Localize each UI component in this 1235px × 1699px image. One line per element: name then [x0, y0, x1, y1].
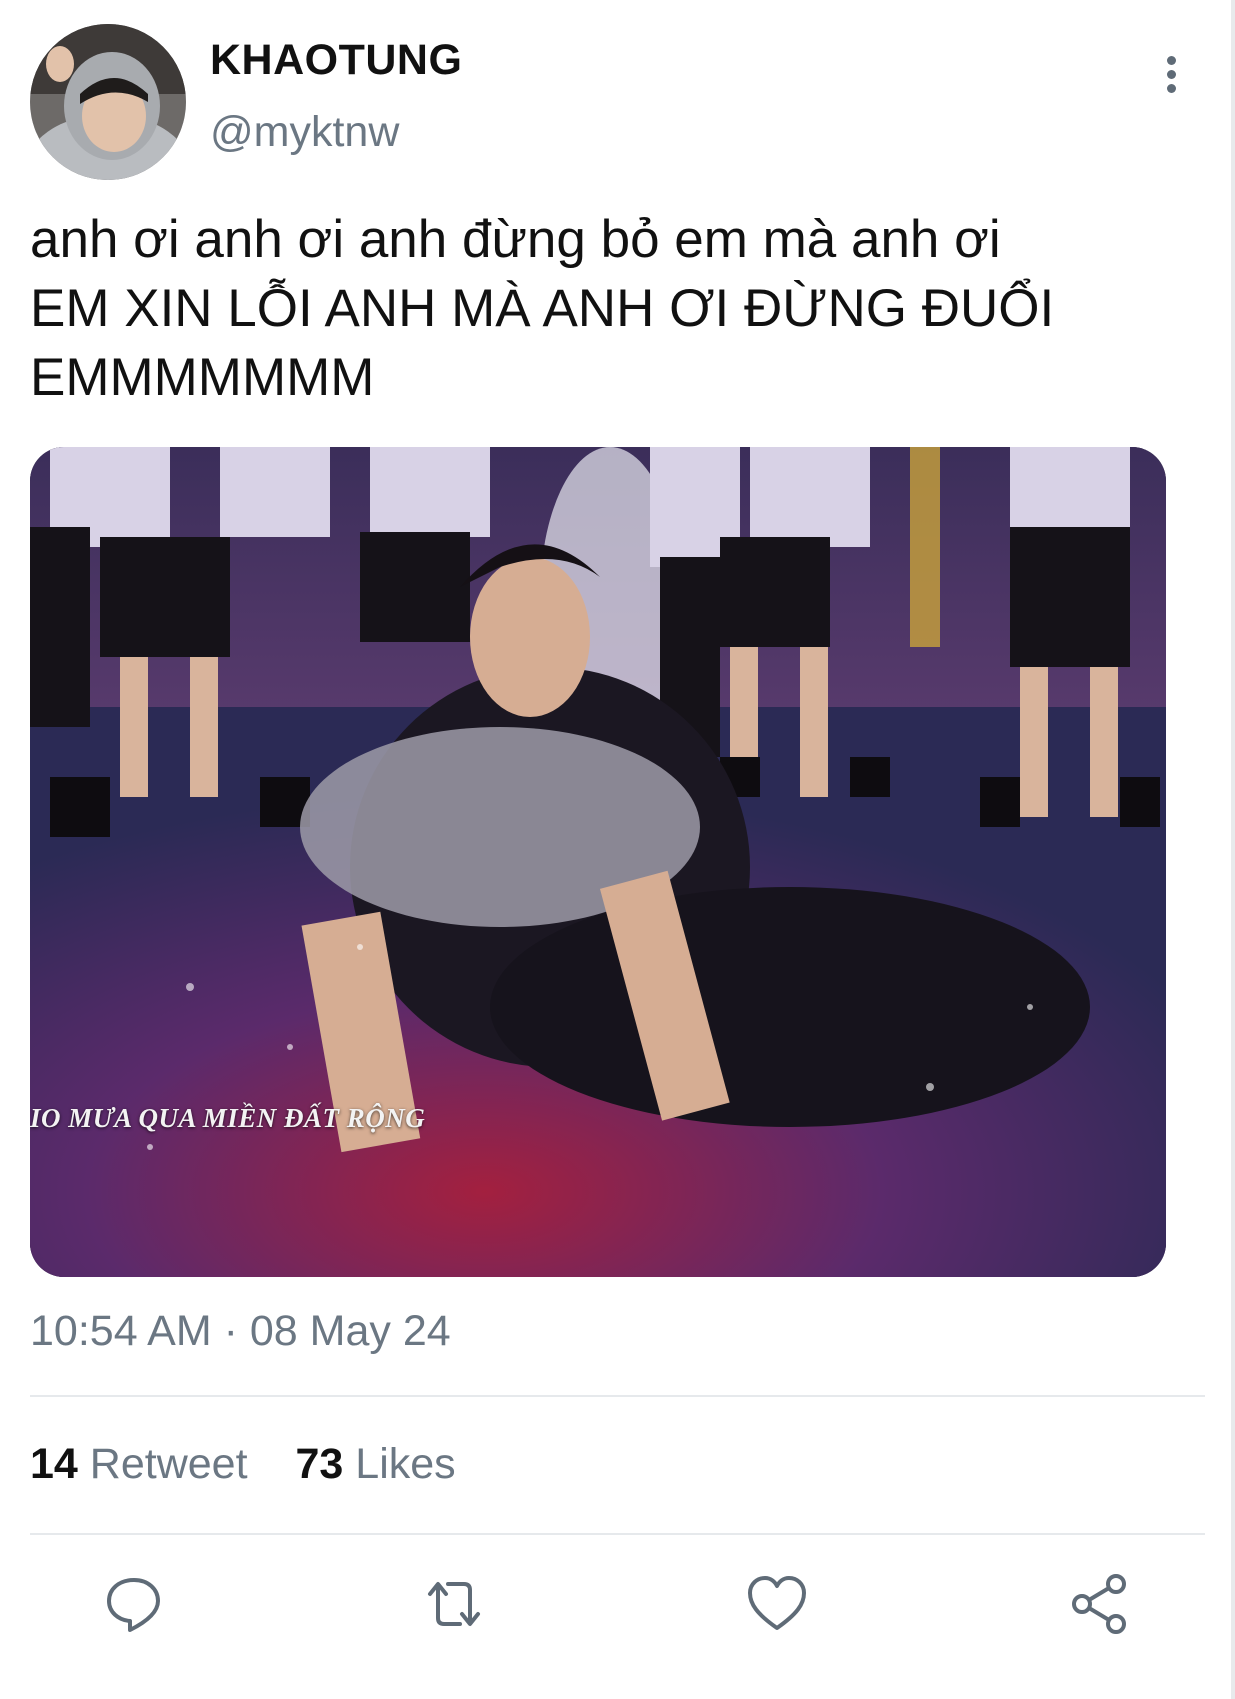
likes-stat[interactable]: 73 Likes [296, 1440, 456, 1489]
more-dot [1166, 70, 1176, 79]
share-icon [1072, 1574, 1126, 1634]
tweet-timestamp[interactable]: 10:54 AM · 08 May 24 [30, 1307, 451, 1356]
right-edge-rule [1231, 0, 1235, 1699]
avatar-photo [30, 24, 186, 180]
heart-icon [748, 1576, 806, 1630]
divider [30, 1533, 1205, 1535]
retweet-stat[interactable]: 14 Retweet [30, 1440, 248, 1489]
stage-scene [30, 447, 1166, 1277]
tweet-line: EM XIN LỖI ANH MÀ ANH ƠI ĐỪNG ĐUỔI [30, 279, 1055, 338]
author-handle[interactable]: @myktnw [210, 108, 399, 157]
share-button[interactable] [1068, 1572, 1132, 1636]
likes-label: Likes [355, 1440, 456, 1488]
reply-button[interactable] [102, 1572, 166, 1636]
author-display-name[interactable]: KHAOTUNG [210, 36, 462, 85]
tweet-text: anh ơi anh ơi anh đừng bỏ em mà anh ơi E… [30, 205, 1190, 412]
reply-icon [107, 1578, 160, 1632]
tweet-line: anh ơi anh ơi anh đừng bỏ em mà anh ơi [30, 210, 1001, 269]
likes-count: 73 [295, 1440, 344, 1488]
engagement-stats: 14 Retweet 73 Likes [30, 1440, 492, 1489]
more-options-icon[interactable] [1158, 52, 1184, 100]
more-dot [1166, 56, 1176, 65]
retweet-button[interactable] [422, 1572, 486, 1636]
retweet-label: Retweet [89, 1440, 248, 1488]
retweet-count: 14 [30, 1440, 78, 1488]
retweet-icon [428, 1582, 480, 1626]
avatar[interactable] [30, 24, 186, 180]
more-dot [1166, 84, 1176, 93]
tweet-media-image[interactable]: IO MƯA QUA MIỀN ĐẤT RỘNG [30, 447, 1166, 1277]
like-button[interactable] [745, 1572, 809, 1636]
media-caption: IO MƯA QUA MIỀN ĐẤT RỘNG [30, 1103, 426, 1133]
tweet-line: EMMMMMMM [30, 348, 375, 407]
divider [30, 1395, 1205, 1397]
